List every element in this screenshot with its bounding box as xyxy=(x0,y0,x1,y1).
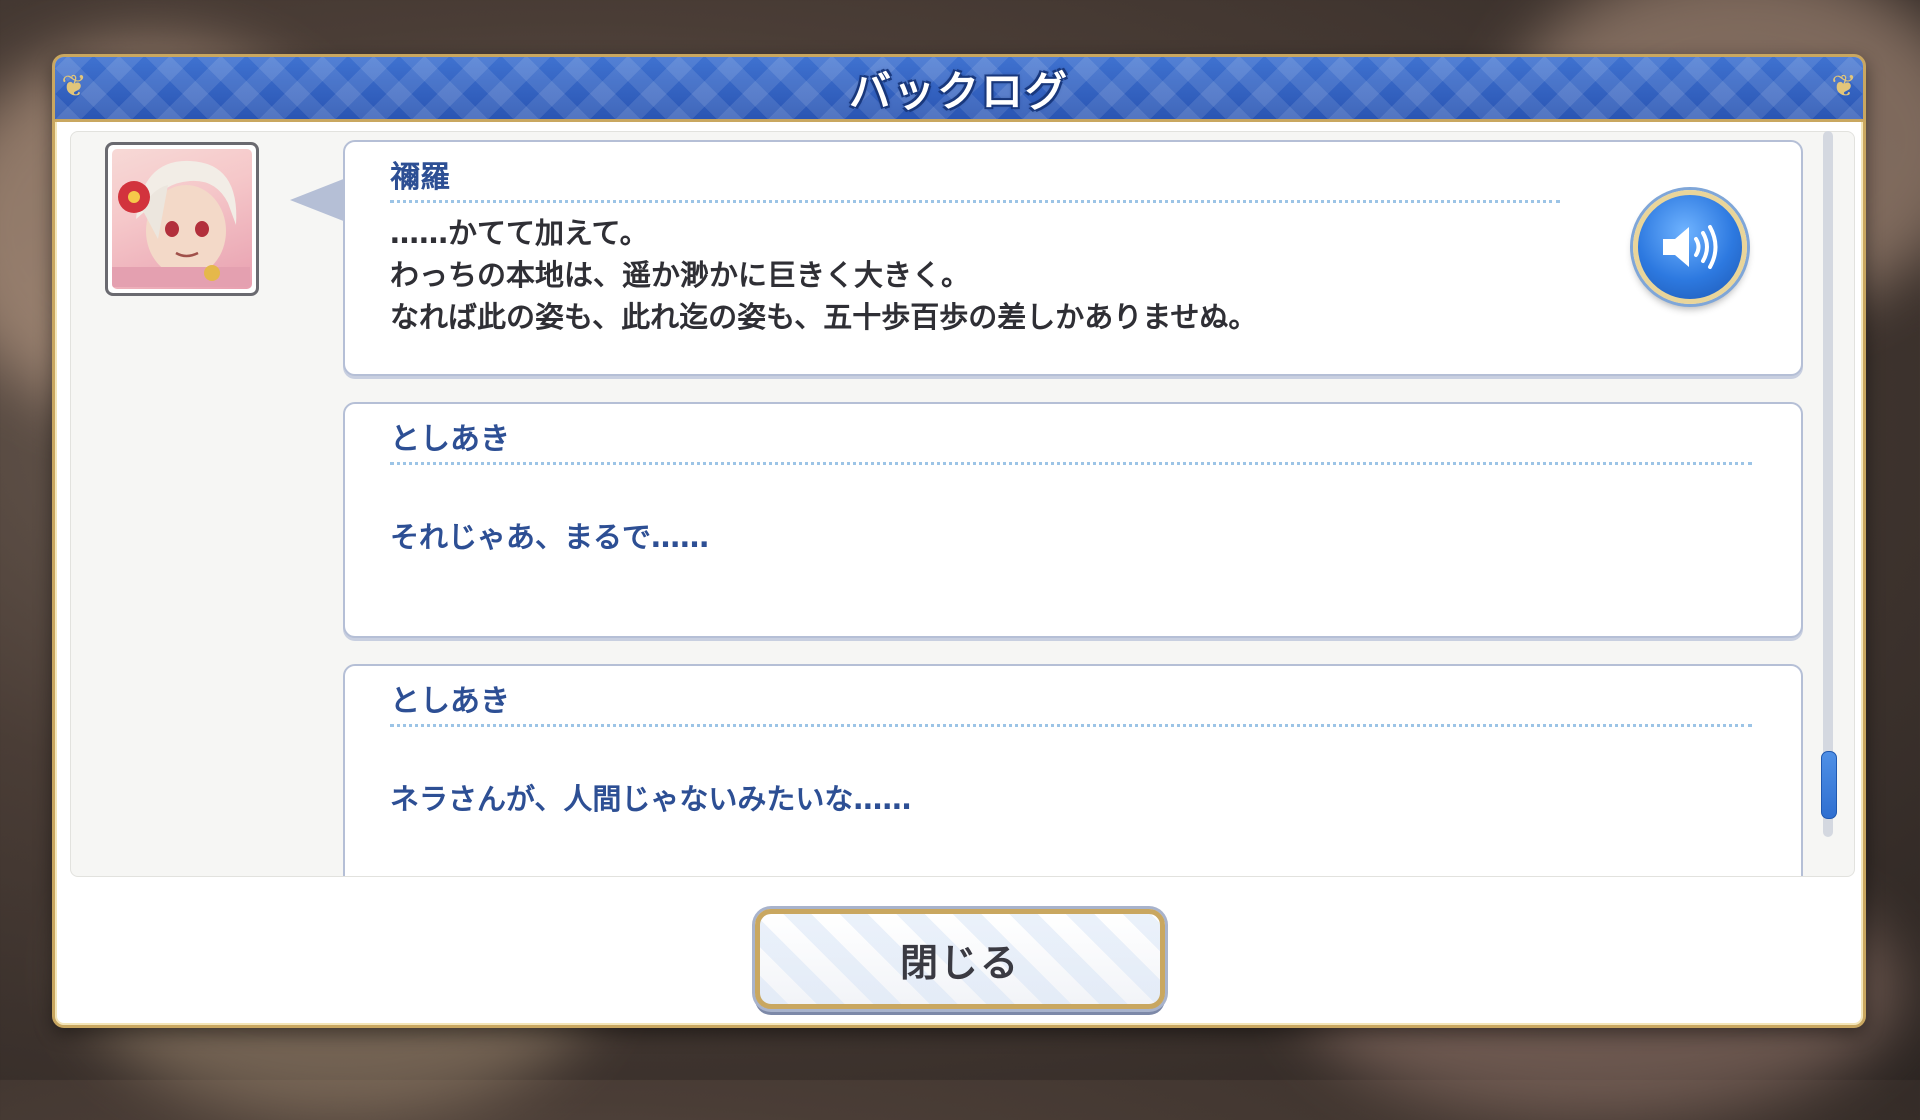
name-divider xyxy=(390,724,1752,727)
ornament-right-icon: ❦ xyxy=(1831,69,1857,104)
close-button-label: 閉じる xyxy=(899,940,1020,985)
dialogue-text: ……かてて加えて。 わっちの本地は、遥か渺かに巨きく大きく。 なれば此の姿も、此… xyxy=(390,212,1257,338)
name-divider xyxy=(390,462,1752,465)
character-portrait xyxy=(105,142,259,296)
backlog-dialog: ❦ バックログ ❦ 禰羅 ……かてて加えて。 わっちの本地は、遥か渺かに巨きく大… xyxy=(52,54,1866,1028)
speaker-name: としあき xyxy=(390,684,510,719)
ornament-left-icon: ❦ xyxy=(61,69,87,104)
scrollbar-thumb[interactable] xyxy=(1821,751,1837,819)
backlog-entry: としあき ネラさんが、人間じゃないみたいな…… xyxy=(343,664,1803,876)
dialogue-line: ……かてて加えて。 xyxy=(390,216,649,250)
dialogue-line: ネラさんが、人間じゃないみたいな…… xyxy=(390,782,912,816)
speech-bubble-tail xyxy=(290,178,346,222)
speaker-name: 禰羅 xyxy=(390,160,450,195)
character-portrait-art xyxy=(112,160,250,287)
name-divider xyxy=(390,200,1560,203)
speaker-name: としあき xyxy=(390,422,510,457)
speaker-volume-icon xyxy=(1663,225,1718,269)
close-button[interactable]: 閉じる xyxy=(755,909,1165,1009)
dialogue-text: それじゃあ、まるで…… xyxy=(390,516,709,558)
backlog-title-bar: ❦ バックログ ❦ xyxy=(55,57,1863,122)
backlog-scrollbar[interactable] xyxy=(1821,131,1837,837)
backlog-list[interactable]: 禰羅 ……かてて加えて。 わっちの本地は、遥か渺かに巨きく大きく。 なれば此の姿… xyxy=(70,131,1855,877)
dialogue-line: なれば此の姿も、此れ迄の姿も、五十歩百歩の差しかありませぬ。 xyxy=(390,300,1258,334)
dialogue-line: それじゃあ、まるで…… xyxy=(390,520,710,554)
backlog-entry: としあき それじゃあ、まるで…… xyxy=(343,402,1803,638)
voice-replay-button[interactable] xyxy=(1633,190,1747,304)
backlog-entry: 禰羅 ……かてて加えて。 わっちの本地は、遥か渺かに巨きく大きく。 なれば此の姿… xyxy=(343,140,1803,376)
portrait-image xyxy=(112,149,252,289)
dialogue-text: ネラさんが、人間じゃないみたいな…… xyxy=(390,778,911,820)
dialogue-line: わっちの本地は、遥か渺かに巨きく大きく。 xyxy=(390,258,971,292)
backlog-title: バックログ xyxy=(848,66,1069,116)
